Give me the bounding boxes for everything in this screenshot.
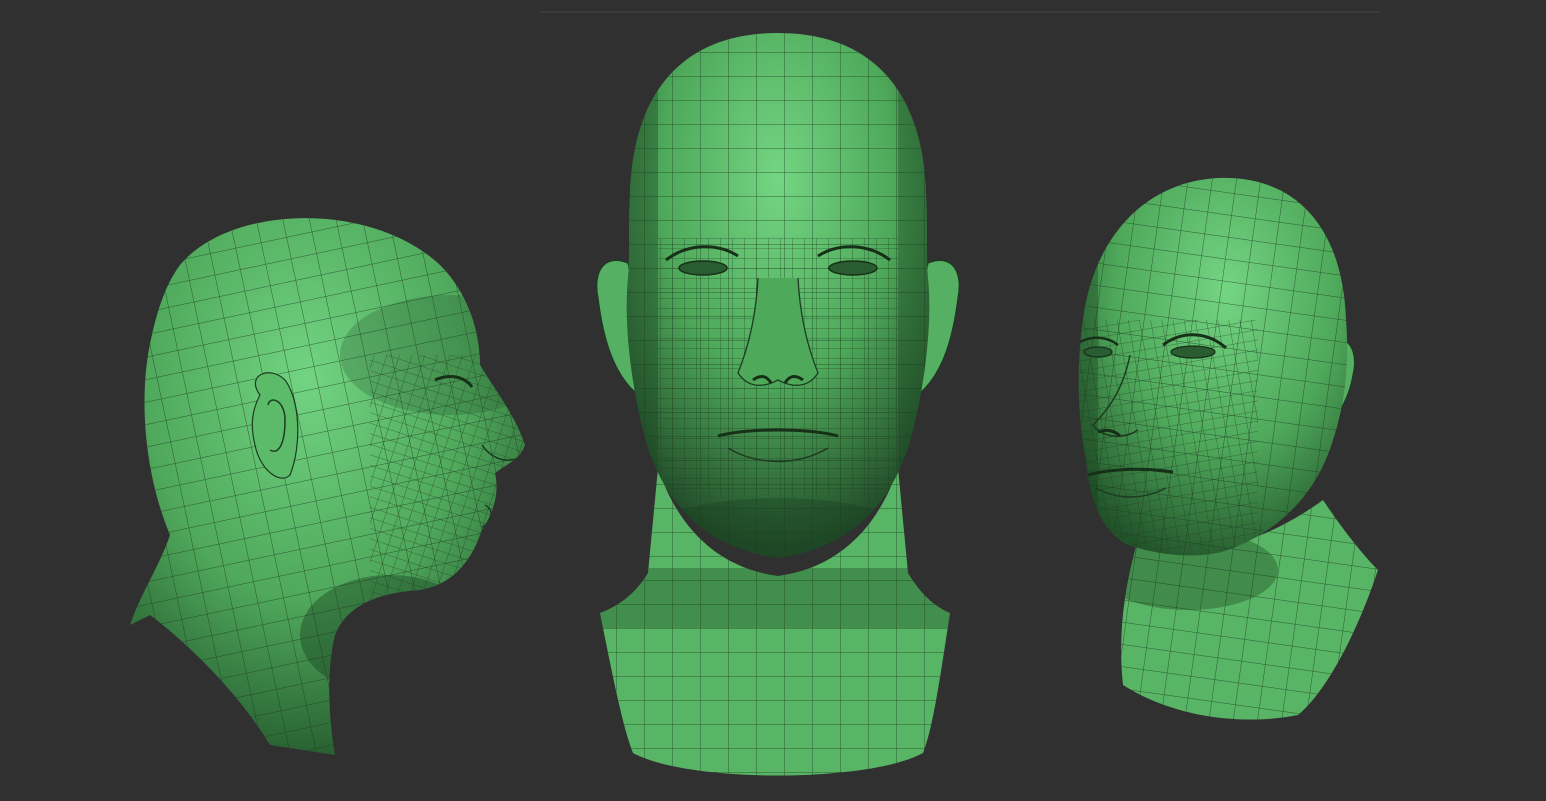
3d-viewport bbox=[0, 0, 1546, 801]
head-side-profile bbox=[130, 218, 525, 756]
head-front bbox=[596, 33, 960, 776]
head-three-quarter bbox=[1078, 177, 1378, 720]
